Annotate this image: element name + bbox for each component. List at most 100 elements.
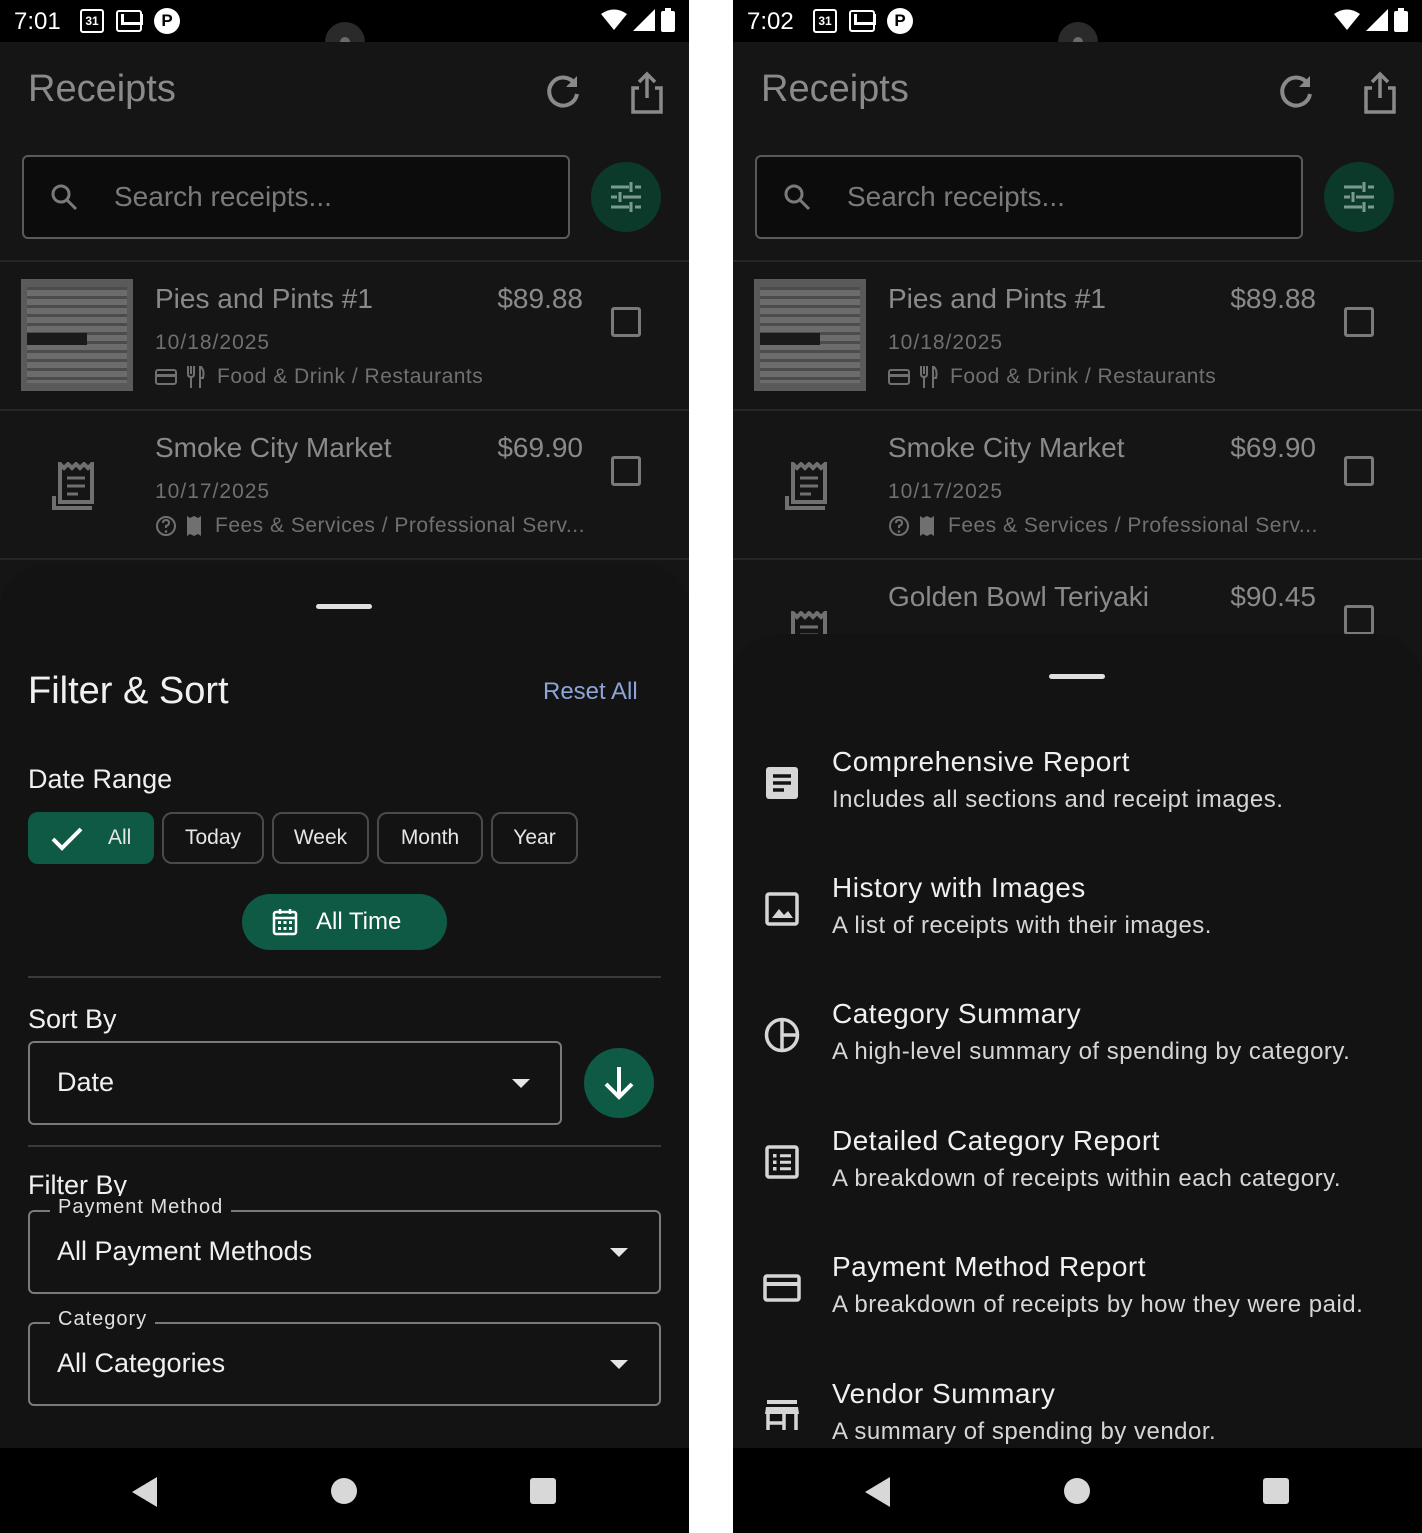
payment-method-value: All Payment Methods	[57, 1236, 313, 1266]
category-dropdown[interactable]: Category All Categories	[28, 1308, 661, 1406]
image-icon	[765, 892, 799, 926]
select-checkbox[interactable]	[1344, 456, 1374, 486]
export-option-title: History with Images	[832, 872, 1086, 903]
select-checkbox[interactable]	[611, 307, 641, 337]
nav-back-button[interactable]	[865, 1477, 890, 1507]
refresh-button[interactable]	[541, 70, 585, 114]
signal-icon	[633, 9, 655, 31]
status-bar: 7:02 31 P	[733, 0, 1422, 62]
export-option-description: A high-level summary of spending by cate…	[832, 1038, 1351, 1065]
receipt-row[interactable]: Pies and Pints #1 $89.88 10/18/2025 Food…	[733, 263, 1422, 409]
receipt-thumbnail	[754, 279, 866, 391]
chip-date-all[interactable]: All	[28, 812, 154, 864]
receipt-row[interactable]: Pies and Pints #1 $89.88 10/18/2025 Food…	[0, 263, 689, 409]
phone-screen-filter: 7:01 31 P Receipts Search receipts... Pi…	[0, 0, 689, 1533]
receipt-icon	[920, 516, 934, 536]
chip-label: Month	[400, 826, 460, 849]
export-options-sheet: Comprehensive Report Includes all sectio…	[733, 634, 1422, 1448]
search-icon	[784, 184, 811, 211]
document-icon	[766, 767, 798, 799]
chip-date-month[interactable]: Month	[377, 812, 483, 864]
search-placeholder: Search receipts...	[847, 181, 1065, 212]
dropdown-arrow-icon	[512, 1079, 530, 1088]
filter-sort-button[interactable]	[1324, 162, 1394, 232]
select-checkbox[interactable]	[1344, 307, 1374, 337]
custom-date-range-button[interactable]: All Time	[242, 894, 447, 950]
receipt-vendor: Golden Bowl Teriyaki	[888, 581, 1149, 612]
date-range-label: Date Range	[28, 764, 173, 794]
chip-date-year[interactable]: Year	[491, 812, 578, 864]
payment-method-dropdown[interactable]: Payment Method All Payment Methods	[28, 1196, 661, 1294]
export-option-title: Vendor Summary	[832, 1378, 1056, 1409]
search-placeholder: Search receipts...	[114, 181, 332, 212]
nav-recents-button[interactable]	[530, 1478, 556, 1504]
store-icon	[765, 1400, 799, 1430]
select-checkbox[interactable]	[611, 456, 641, 486]
navigation-bar	[733, 1448, 1422, 1533]
nav-home-button[interactable]	[1064, 1478, 1090, 1504]
sort-direction-button[interactable]	[584, 1048, 654, 1118]
calendar-icon	[272, 909, 298, 936]
battery-icon	[1394, 8, 1408, 32]
payment-method-legend: Payment Method	[50, 1196, 232, 1219]
refresh-icon	[547, 75, 579, 108]
page-title: Receipts	[28, 68, 176, 110]
export-option-title: Payment Method Report	[832, 1251, 1146, 1282]
wifi-icon	[1334, 9, 1360, 30]
select-checkbox[interactable]	[1344, 605, 1374, 635]
chip-date-week[interactable]: Week	[272, 812, 369, 864]
dropdown-arrow-icon	[610, 1360, 628, 1369]
sort-by-dropdown[interactable]: Date	[28, 1041, 562, 1125]
chip-label: Week	[293, 826, 348, 849]
share-button[interactable]	[1358, 70, 1402, 114]
arrow-down-icon	[604, 1067, 634, 1100]
card-icon	[888, 369, 910, 385]
fork-knife-icon	[187, 366, 205, 388]
fork-knife-icon	[920, 366, 938, 388]
export-option-history-with-images[interactable]: History with Images A list of receipts w…	[733, 872, 1422, 972]
export-option-category-summary[interactable]: Category Summary A high-level summary of…	[733, 998, 1422, 1098]
share-button[interactable]	[625, 70, 669, 114]
sort-by-value: Date	[57, 1067, 115, 1097]
receipt-thumbnail	[21, 279, 133, 391]
divider	[0, 409, 689, 411]
gmail-icon	[849, 10, 875, 32]
filter-sort-button[interactable]	[591, 162, 661, 232]
search-input[interactable]: Search receipts...	[755, 155, 1303, 239]
reset-all-button[interactable]: Reset All	[543, 678, 638, 706]
gmail-icon	[116, 10, 142, 32]
divider	[0, 260, 689, 262]
category-value: All Categories	[57, 1348, 226, 1378]
search-icon	[51, 184, 78, 211]
export-option-comprehensive-report[interactable]: Comprehensive Report Includes all sectio…	[733, 746, 1422, 846]
export-option-detailed-category-report[interactable]: Detailed Category Report A breakdown of …	[733, 1125, 1422, 1225]
export-option-description: A summary of spending by vendor.	[832, 1418, 1217, 1445]
status-time: 7:01	[14, 8, 61, 35]
nav-back-button[interactable]	[132, 1477, 157, 1507]
nav-home-button[interactable]	[331, 1478, 357, 1504]
nav-recents-button[interactable]	[1263, 1478, 1289, 1504]
receipt-amount: $69.90	[497, 432, 583, 463]
tune-icon	[1344, 182, 1374, 212]
page-title: Receipts	[761, 68, 909, 110]
refresh-button[interactable]	[1274, 70, 1318, 114]
chip-date-today[interactable]: Today	[162, 812, 264, 864]
receipt-row[interactable]: Smoke City Market $69.90 10/17/2025 Fees…	[0, 412, 689, 558]
share-icon	[1364, 71, 1396, 114]
receipt-icon	[785, 462, 827, 510]
receipt-category: Fees & Services / Professional Serv...	[215, 514, 585, 537]
sheet-drag-handle[interactable]	[316, 604, 372, 609]
pie-chart-icon	[764, 1017, 800, 1053]
sheet-drag-handle[interactable]	[1049, 674, 1105, 679]
sheet-title: Filter & Sort	[28, 670, 229, 712]
export-option-payment-method-report[interactable]: Payment Method Report A breakdown of rec…	[733, 1251, 1422, 1351]
receipt-row[interactable]: Smoke City Market $69.90 10/17/2025 Fees…	[733, 412, 1422, 558]
search-input[interactable]: Search receipts...	[22, 155, 570, 239]
receipt-category: Food & Drink / Restaurants	[217, 365, 484, 388]
receipt-vendor: Smoke City Market	[888, 432, 1125, 463]
export-option-title: Category Summary	[832, 998, 1082, 1029]
receipt-vendor: Smoke City Market	[155, 432, 392, 463]
wifi-icon	[601, 9, 627, 30]
export-option-description: A breakdown of receipts within each cate…	[832, 1165, 1341, 1192]
help-circle-icon	[889, 516, 909, 536]
